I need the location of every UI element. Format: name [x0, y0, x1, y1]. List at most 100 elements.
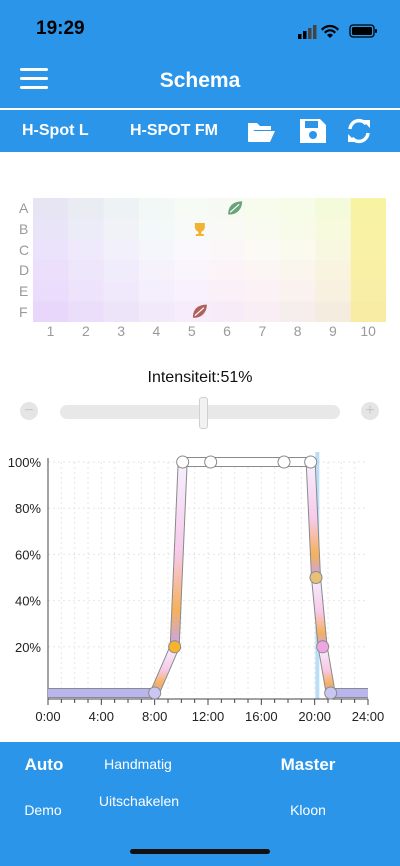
col-label: 2 — [81, 323, 90, 339]
matrix-cell[interactable] — [244, 198, 281, 220]
matrix-cell[interactable] — [209, 280, 246, 302]
matrix-cell[interactable] — [280, 239, 316, 261]
matrix-cell[interactable] — [103, 301, 140, 322]
col-label: 8 — [293, 323, 302, 339]
matrix-cell[interactable] — [174, 239, 210, 261]
device-select[interactable]: H-Spot L — [22, 122, 89, 140]
schedule-point[interactable] — [324, 686, 338, 700]
matrix-cell[interactable] — [280, 198, 316, 220]
matrix-cell[interactable] — [174, 198, 210, 220]
matrix-cell[interactable] — [33, 239, 69, 261]
schedule-point[interactable] — [168, 640, 182, 654]
matrix-cell[interactable] — [33, 260, 69, 282]
matrix-cell[interactable] — [103, 260, 140, 282]
matrix-cell[interactable] — [244, 239, 281, 261]
save-icon[interactable] — [298, 117, 328, 145]
matrix-cell[interactable] — [315, 198, 352, 220]
matrix-cell[interactable] — [315, 218, 352, 240]
col-label: 10 — [360, 323, 376, 339]
row-label: E — [19, 283, 29, 299]
matrix-cell[interactable] — [350, 198, 386, 220]
matrix-cell[interactable] — [174, 280, 210, 302]
matrix-cell[interactable] — [350, 239, 386, 261]
matrix-cell[interactable] — [315, 301, 352, 322]
x-tick-label: 24:00 — [352, 709, 385, 724]
matrix-cell[interactable] — [138, 301, 175, 322]
matrix-cell[interactable] — [138, 280, 175, 302]
matrix-cell[interactable] — [174, 260, 210, 282]
y-tick-label: 60% — [15, 547, 41, 562]
matrix-cell[interactable] — [33, 198, 69, 220]
matrix-cell[interactable] — [68, 260, 105, 282]
matrix-cell[interactable] — [33, 301, 69, 322]
matrix-cell[interactable] — [138, 198, 175, 220]
series-segment — [318, 646, 335, 694]
matrix-cell[interactable] — [103, 280, 140, 302]
matrix-cell[interactable] — [350, 280, 386, 302]
matrix-cell[interactable] — [315, 260, 352, 282]
page-title: Schema — [159, 69, 241, 92]
decrease-button[interactable]: − — [20, 402, 38, 420]
tab-off[interactable]: Uitschakelen — [94, 792, 184, 810]
matrix-cell[interactable] — [138, 239, 175, 261]
home-indicator — [130, 849, 270, 854]
tab-clone[interactable]: Kloon — [268, 802, 348, 818]
tab-manual[interactable]: Handmatig — [88, 756, 188, 772]
schedule-point[interactable] — [176, 455, 190, 469]
matrix-cell[interactable] — [138, 260, 175, 282]
light-schedule-chart[interactable]: 100% 80% 60% 40% 20% 0:00 4:00 8:00 12:00 16:00 20… — [0, 440, 400, 730]
matrix-cell[interactable] — [33, 280, 69, 302]
matrix-cell[interactable] — [138, 218, 175, 240]
matrix-cell[interactable] — [68, 198, 105, 220]
matrix-cell[interactable] — [350, 301, 386, 322]
matrix-cell[interactable] — [280, 260, 316, 282]
top-bar: 19:29 Schema — [0, 0, 400, 108]
matrix-cell[interactable] — [68, 301, 105, 322]
matrix-cell[interactable] — [209, 239, 246, 261]
matrix-cell[interactable] — [280, 218, 316, 240]
tab-master[interactable]: Master — [268, 755, 348, 775]
matrix-cell[interactable] — [33, 218, 69, 240]
tab-auto[interactable]: Auto — [16, 755, 72, 775]
tab-demo[interactable]: Demo — [12, 802, 74, 818]
matrix-cell[interactable] — [315, 280, 352, 302]
schedule-point[interactable] — [304, 455, 318, 469]
matrix-cell[interactable] — [103, 218, 140, 240]
refresh-icon[interactable] — [344, 117, 374, 145]
matrix-cell[interactable] — [350, 218, 386, 240]
schedule-point[interactable] — [316, 640, 330, 654]
matrix-cell[interactable] — [209, 260, 246, 282]
y-tick-label: 20% — [15, 640, 41, 655]
matrix-cell[interactable] — [350, 260, 386, 282]
matrix-cell[interactable] — [209, 218, 246, 240]
matrix-cell[interactable] — [244, 280, 281, 302]
intensity-slider[interactable]: − + — [18, 396, 382, 429]
trophy-icon[interactable] — [194, 223, 205, 236]
matrix-cell[interactable] — [103, 198, 140, 220]
bottom-tab-bar: Auto Handmatig Master Demo Uitschakelen … — [0, 742, 400, 866]
col-label: 3 — [117, 323, 126, 339]
program-select[interactable]: H-SPOT FM — [130, 122, 218, 140]
matrix-cell[interactable] — [174, 218, 210, 240]
matrix-cell[interactable] — [244, 218, 281, 240]
schedule-point[interactable] — [204, 455, 218, 469]
matrix-cell[interactable] — [280, 280, 316, 302]
matrix-cell[interactable] — [68, 280, 105, 302]
slider-thumb[interactable] — [198, 397, 208, 429]
matrix-cell[interactable] — [280, 301, 316, 322]
matrix-cell[interactable] — [103, 239, 140, 261]
col-label: 1 — [46, 323, 55, 339]
matrix-cell[interactable] — [68, 218, 105, 240]
schedule-point[interactable] — [277, 455, 291, 469]
col-label: 5 — [187, 323, 196, 339]
matrix-cell[interactable] — [244, 301, 281, 322]
matrix-cell[interactable] — [68, 239, 105, 261]
schedule-point[interactable] — [148, 686, 162, 700]
increase-button[interactable]: + — [361, 402, 379, 420]
matrix-cell[interactable] — [244, 260, 281, 282]
folder-open-icon[interactable] — [246, 117, 276, 145]
matrix-cell[interactable] — [315, 239, 352, 261]
schedule-point[interactable] — [309, 571, 323, 584]
matrix-cell[interactable] — [209, 301, 246, 322]
color-matrix-grid[interactable] — [33, 198, 386, 322]
